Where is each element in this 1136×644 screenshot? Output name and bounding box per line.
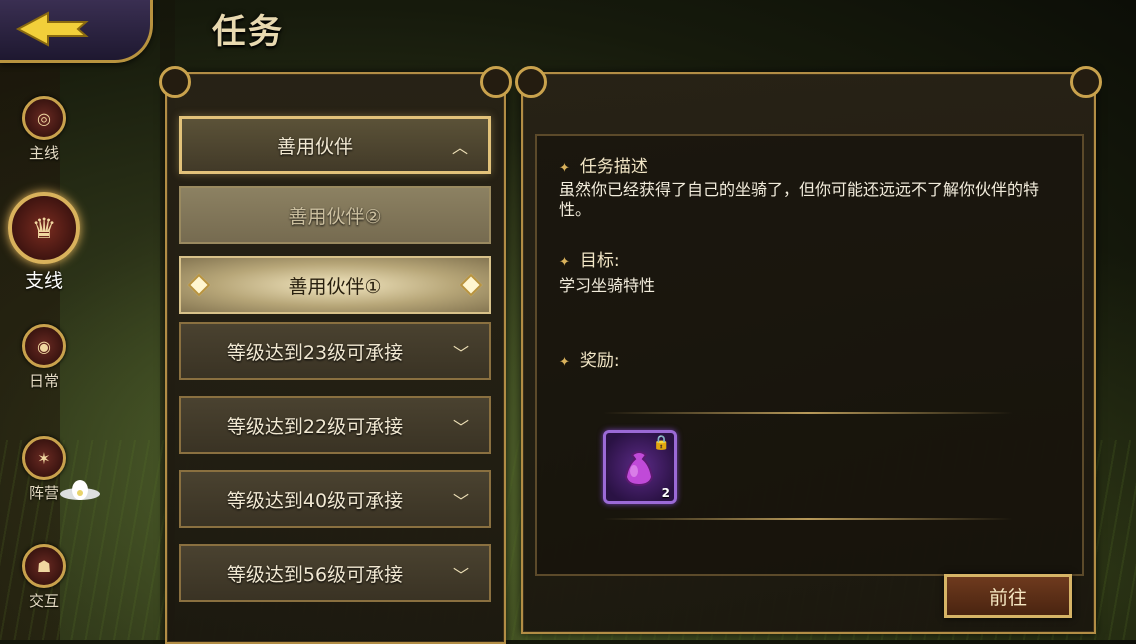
locked-quest-label: 等级达到56级可承接 xyxy=(226,563,404,586)
sub-quest-2[interactable]: 善用伙伴② xyxy=(179,186,491,244)
star-bullet-icon: ✦ xyxy=(559,255,570,270)
people-icon: ☗ xyxy=(22,544,66,588)
nav-label-interact: 交互 xyxy=(28,592,59,610)
back-arrow-icon xyxy=(15,11,89,47)
locked-quest-row[interactable]: 等级达到23级可承接 ﹀ xyxy=(179,322,491,380)
spiral-icon: ◉ xyxy=(22,324,66,368)
quest-group-title: 善用伙伴 xyxy=(276,135,353,158)
quest-detail-panel: ✦ 任务描述 虽然你已经获得了自己的坐骑了，但你可能还远远不了解你伙伴的特性。 ✦… xyxy=(515,66,1102,634)
locked-quest-row[interactable]: 等级达到56级可承接 ﹀ xyxy=(179,544,491,602)
chevron-down-icon: ﹀ xyxy=(452,566,469,585)
nav-item-main[interactable]: ◎ 主线 xyxy=(0,96,88,163)
sub-quest-label: 善用伙伴② xyxy=(288,205,382,228)
corner-ornament xyxy=(480,66,512,98)
corner-ornament xyxy=(159,66,191,98)
locked-quest-row[interactable]: 等级达到22级可承接 ﹀ xyxy=(179,396,491,454)
purple-bag-icon xyxy=(624,451,654,487)
side-navigation: ◎ 主线 ♛ 支线 ◉ 日常 ✶ 阵营 ☗ 交互 xyxy=(0,60,98,640)
corner-ornament xyxy=(515,66,547,98)
emblem-icon: ✶ xyxy=(22,436,66,480)
go-button[interactable]: 前往 xyxy=(944,574,1072,618)
quest-list-panel: 善用伙伴 ︿ 善用伙伴② 善用伙伴① 等级达到23级可承接 ﹀ 等级达到22级可… xyxy=(159,66,512,644)
chevron-down-icon: ﹀ xyxy=(452,344,469,363)
nav-item-interact[interactable]: ☗ 交互 xyxy=(0,544,88,611)
reward-item-slot[interactable]: 🔒 2 xyxy=(603,430,677,504)
goal-text: 学习坐骑特性 xyxy=(559,276,656,295)
chevron-up-icon: ︿ xyxy=(451,138,468,157)
nav-label-main: 主线 xyxy=(28,144,59,162)
chevron-down-icon: ﹀ xyxy=(452,492,469,511)
scroll-icon: ◎ xyxy=(22,96,66,140)
goal-heading: ✦ 目标: xyxy=(559,251,620,271)
reward-count: 2 xyxy=(661,486,670,500)
star-bullet-icon: ✦ xyxy=(559,355,570,370)
crown-icon: ♛ xyxy=(8,192,80,264)
sub-quest-1-selected[interactable]: 善用伙伴① xyxy=(179,256,491,314)
nav-label-daily: 日常 xyxy=(28,372,59,390)
star-bullet-icon: ✦ xyxy=(559,161,570,176)
description-heading: ✦ 任务描述 xyxy=(559,157,648,177)
corner-ornament xyxy=(1070,66,1102,98)
detail-content: ✦ 任务描述 虽然你已经获得了自己的坐骑了，但你可能还远远不了解你伙伴的特性。 ✦… xyxy=(535,134,1084,576)
quest-group-header[interactable]: 善用伙伴 ︿ xyxy=(179,116,491,174)
nav-item-side[interactable]: ♛ 支线 xyxy=(0,192,88,293)
description-text: 虽然你已经获得了自己的坐骑了，但你可能还远远不了解你伙伴的特性。 xyxy=(559,180,1040,219)
chevron-down-icon: ﹀ xyxy=(452,418,469,437)
reward-heading: ✦ 奖励: xyxy=(559,351,620,371)
locked-quest-row[interactable]: 等级达到40级可承接 ﹀ xyxy=(179,470,491,528)
nav-item-daily[interactable]: ◉ 日常 xyxy=(0,324,88,391)
sub-quest-label: 善用伙伴① xyxy=(288,275,382,298)
back-button[interactable] xyxy=(0,0,153,63)
locked-quest-label: 等级达到40级可承接 xyxy=(226,489,404,512)
lock-icon: 🔒 xyxy=(652,435,670,451)
locked-quest-label: 等级达到22级可承接 xyxy=(226,415,404,438)
flower-decoration xyxy=(60,480,100,500)
page-title: 任务 xyxy=(212,12,284,52)
divider xyxy=(603,412,1013,414)
locked-quest-label: 等级达到23级可承接 xyxy=(226,341,404,364)
nav-label-side: 支线 xyxy=(24,270,63,292)
divider xyxy=(603,518,1013,520)
